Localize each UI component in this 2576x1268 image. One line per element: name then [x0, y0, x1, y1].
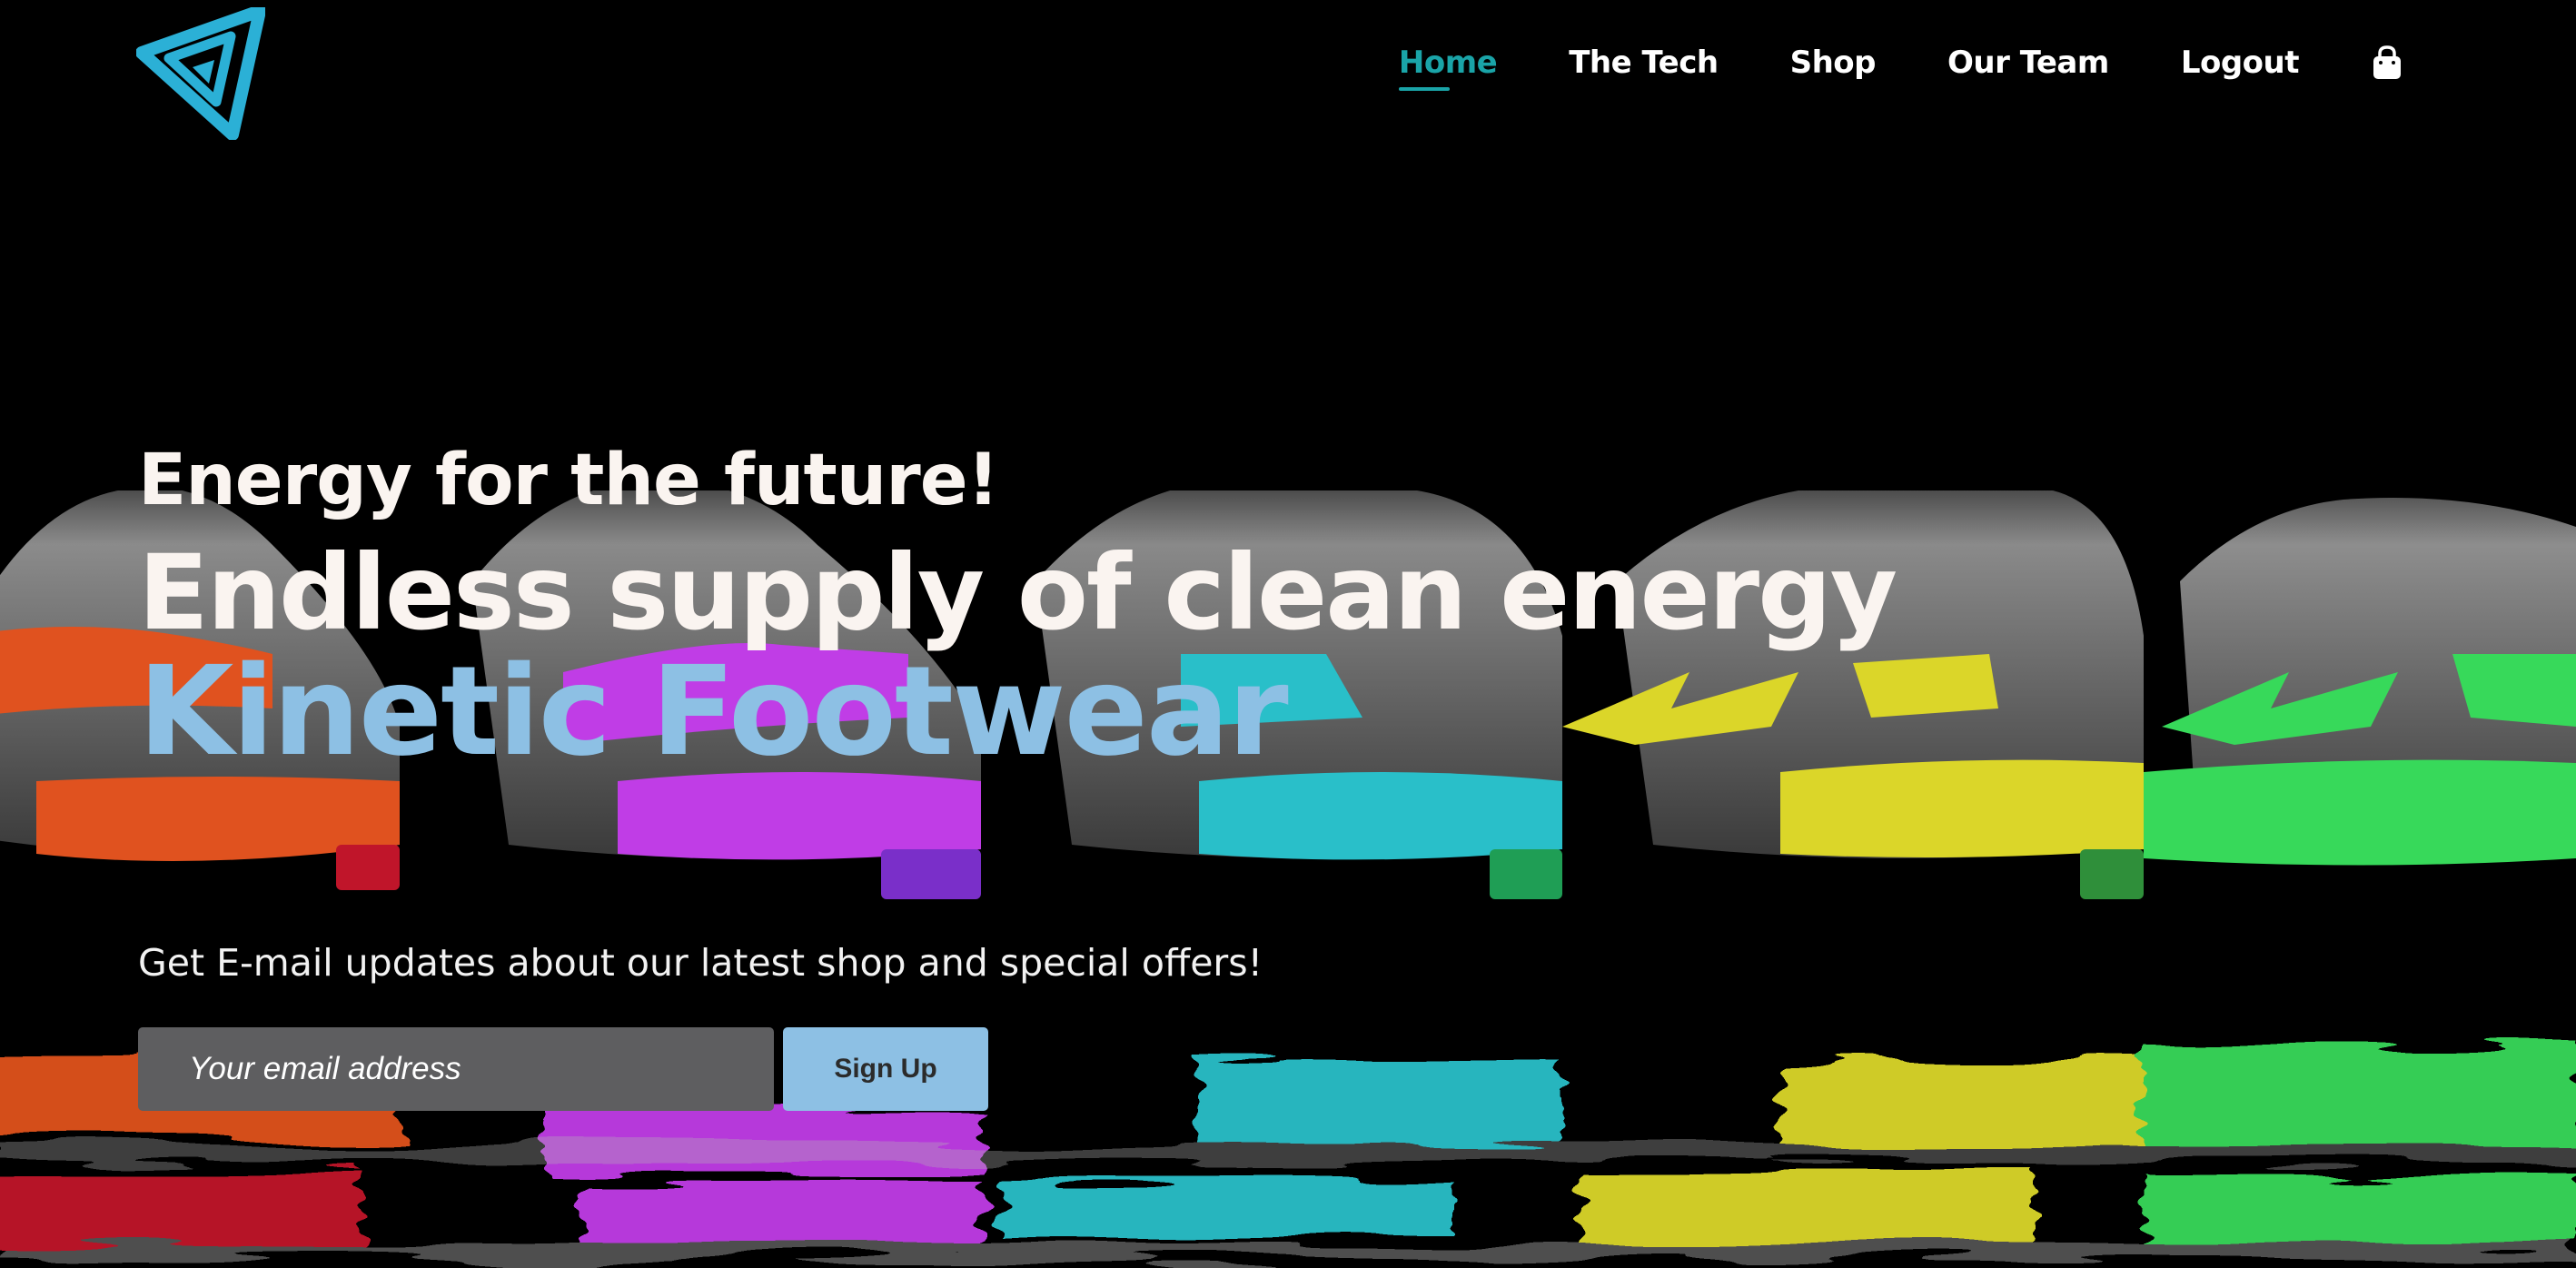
sign-up-button[interactable]: Sign Up [783, 1027, 988, 1111]
hero-headline: Endless supply of clean energy [138, 532, 1897, 653]
nav-home-label: Home [1398, 45, 1498, 81]
nav-home[interactable]: Home [1398, 45, 1498, 91]
triangle-swirl-logo-icon[interactable] [136, 7, 265, 140]
nav-the-tech-label: The Tech [1569, 45, 1719, 81]
landing-page: Home The Tech Shop Our Team Logout Energ… [0, 0, 2576, 1268]
nav-our-team[interactable]: Our Team [1947, 47, 2109, 91]
active-nav-underline [1398, 87, 1450, 91]
main-nav: Home The Tech Shop Our Team Logout [1398, 45, 2403, 91]
sneaker-green [2144, 498, 2576, 866]
newsletter-text: Get E-mail updates about our latest shop… [138, 941, 1263, 985]
hero-brand-name: Kinetic Footwear [138, 640, 1289, 784]
nav-our-team-label: Our Team [1947, 45, 2109, 81]
hero-tagline: Energy for the future! [138, 440, 999, 521]
hero-section: Energy for the future! Endless supply of… [138, 440, 1897, 784]
email-field[interactable] [138, 1027, 774, 1111]
newsletter-signup: Get E-mail updates about our latest shop… [138, 945, 1263, 1111]
shopping-bag-icon[interactable] [2371, 45, 2403, 81]
nav-logout-label: Logout [2180, 45, 2300, 81]
nav-logout[interactable]: Logout [2180, 45, 2300, 91]
site-header: Home The Tech Shop Our Team Logout [0, 0, 2576, 145]
signup-form: Sign Up [138, 1027, 1263, 1111]
nav-shop[interactable]: Shop [1789, 45, 1877, 91]
nav-shop-label: Shop [1789, 45, 1877, 81]
nav-the-tech[interactable]: The Tech [1569, 45, 1719, 91]
